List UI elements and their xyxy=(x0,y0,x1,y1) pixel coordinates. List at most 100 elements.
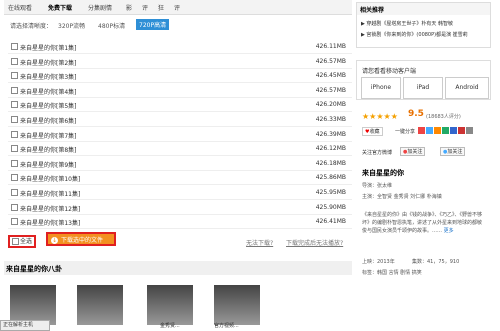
iphone-label: iPhone xyxy=(370,84,392,91)
checkbox[interactable] xyxy=(11,57,18,65)
thumbnail-caption-3[interactable]: 金秀贤... xyxy=(160,322,180,329)
related-item-1[interactable]: ▶ 穿越剧《屋塔房王世子》朴有天 韩智敏 xyxy=(361,20,453,27)
android-button[interactable]: Android xyxy=(445,77,489,99)
episode-size: 425.90MB xyxy=(315,203,346,211)
thumbnail-caption-4[interactable]: 官方视频... xyxy=(214,322,239,329)
gossip-title: 来自星星的你八卦 xyxy=(6,265,62,273)
follow-qq-button[interactable]: ●加关注 xyxy=(440,147,466,156)
episode-size: 426.57MB xyxy=(315,57,346,65)
resolution-480p[interactable]: 480P标清 xyxy=(98,21,125,30)
share-label: 一键分享 xyxy=(395,129,416,135)
checkbox[interactable] xyxy=(11,218,18,226)
episode-name: 来自星星的你[第9集] xyxy=(20,161,77,169)
checkbox[interactable] xyxy=(11,101,18,109)
episode-name: 来自星星的你[第12集] xyxy=(20,205,81,213)
checkbox[interactable] xyxy=(11,130,18,138)
list-item[interactable]: 来自星星的你[第11集] 425.95MB xyxy=(8,186,352,200)
drama-description: 《来自星星的你》由《钱的战争》、《巧乙》、《野兽不够坏》的编剧朴智恩执笔，讲述了… xyxy=(362,211,486,235)
episode-name: 来自星星的你[第2集] xyxy=(20,59,77,67)
list-item[interactable]: 来自星星的你[第2集] 426.57MB xyxy=(8,55,352,69)
thumbnail-3[interactable] xyxy=(147,285,193,325)
episode-name: 来自星星的你[第11集] xyxy=(20,191,81,198)
tab-6[interactable]: 狂 xyxy=(158,3,164,12)
renren-icon[interactable] xyxy=(442,127,449,134)
select-all-button[interactable]: 全选 xyxy=(8,235,37,248)
client-box: 请您看看移动客户端 iPhone iPad Android xyxy=(356,60,491,100)
thumbnail-1[interactable] xyxy=(10,285,56,325)
checkbox[interactable] xyxy=(11,159,18,167)
episode-size: 426.20MB xyxy=(315,101,346,109)
official-label: 关注官方微博 xyxy=(362,150,393,156)
checkbox[interactable] xyxy=(11,86,18,94)
tab-5[interactable]: 评 xyxy=(142,3,148,12)
douban-icon[interactable] xyxy=(458,127,465,134)
tab-free-download[interactable]: 免费下载 xyxy=(48,3,72,12)
list-item[interactable]: 来自星星的你[第8集] 426.12MB xyxy=(8,142,352,157)
list-item[interactable]: 来自星星的你[第9集] 426.18MB xyxy=(8,157,352,171)
thumbnail-4[interactable] xyxy=(214,285,260,325)
list-item[interactable]: 来自星星的你[第12集] 425.90MB xyxy=(8,201,352,215)
download-bar: 全选 ↓ 下载选中的文件 无法下载? 下载完成后无法播放? xyxy=(8,232,352,248)
drama-tags: 标签：韩国 言情 剧情 搞笑 xyxy=(362,270,422,276)
drama-cast: 主演：全智贤 金秀贤 刘仁娜 朴海镇 xyxy=(362,194,442,200)
resolution-320p[interactable]: 320P流畅 xyxy=(58,21,85,30)
tab-episode-plot[interactable]: 分集剧情 xyxy=(88,3,112,12)
more-share-icon[interactable] xyxy=(466,127,473,134)
select-all-label: 全选 xyxy=(20,238,33,245)
checkbox[interactable] xyxy=(11,72,18,80)
ipad-button[interactable]: iPad xyxy=(403,77,443,99)
client-title: 请您看看移动客户端 xyxy=(362,68,417,75)
qzone-icon[interactable] xyxy=(434,127,441,134)
checkbox[interactable] xyxy=(11,203,18,211)
weibo-icon[interactable] xyxy=(418,127,425,134)
status-bar: 正在解析主机 xyxy=(0,320,50,331)
checkbox[interactable] xyxy=(11,116,18,123)
list-item[interactable]: 来自星星的你[第6集] 426.33MB xyxy=(8,113,352,127)
list-item[interactable]: 来自星星的你[第3集] 426.45MB xyxy=(8,69,352,84)
related-title: 相关推荐 xyxy=(357,3,490,15)
related-item-2[interactable]: ▶ 宫锁剧《你来到的你》(0080P)都是演 崔雪莉 xyxy=(361,31,468,38)
list-item[interactable]: 来自星星的你[第10集] 425.86MB xyxy=(8,171,352,186)
kaixin-icon[interactable] xyxy=(450,127,457,134)
checkbox[interactable] xyxy=(11,43,18,50)
download-selected-button[interactable]: ↓ 下载选中的文件 xyxy=(46,232,116,246)
episode-name: 来自星星的你[第10集] xyxy=(20,176,81,184)
episode-size: 426.45MB xyxy=(315,72,346,80)
episode-size: 425.95MB xyxy=(315,189,346,196)
drama-title: 来自星星的你 xyxy=(362,169,404,177)
thumbnail-2[interactable] xyxy=(77,285,123,325)
list-item[interactable]: 来自星星的你[第5集] 426.20MB xyxy=(8,98,352,113)
resolution-720p[interactable]: 720P高清 xyxy=(136,19,170,30)
episode-name: 来自星星的你[第6集] xyxy=(20,118,77,125)
episode-size: 425.86MB xyxy=(315,174,346,182)
rating-stars[interactable]: ★★★★★ xyxy=(362,112,398,121)
tab-7[interactable]: 评 xyxy=(174,3,180,12)
list-item[interactable]: 来自星星的你[第1集] 426.11MB xyxy=(8,40,352,54)
select-all-checkbox[interactable] xyxy=(12,238,19,245)
more-link[interactable]: 更多 xyxy=(444,228,454,234)
episode-size: 426.57MB xyxy=(315,86,346,94)
iphone-button[interactable]: iPhone xyxy=(361,77,401,99)
no-play-link[interactable]: 下载完成后无法播放? xyxy=(286,238,343,247)
checkbox[interactable] xyxy=(11,174,18,182)
share-icons xyxy=(418,127,488,135)
list-item[interactable]: 来自星星的你[第13集] 426.41MB xyxy=(8,215,352,230)
episode-name: 来自星星的你[第7集] xyxy=(20,132,77,140)
episode-name: 来自星星的你[第13集] xyxy=(20,220,81,228)
episode-size: 426.41MB xyxy=(315,218,346,226)
tab-online[interactable]: 在线观看 xyxy=(8,3,32,12)
tab-4[interactable]: 影 xyxy=(126,3,132,12)
favorite-button[interactable]: ♥收藏 xyxy=(362,127,383,136)
list-item[interactable]: 来自星星的你[第4集] 426.57MB xyxy=(8,84,352,98)
related-box: 相关推荐 ▶ 穿越剧《屋塔房王世子》朴有天 韩智敏 ▶ 宫锁剧《你来到的你》(0… xyxy=(356,2,491,48)
cant-download-link[interactable]: 无法下载? xyxy=(246,238,273,247)
episode-size: 426.11MB xyxy=(315,43,346,50)
episode-name: 来自星星的你[第4集] xyxy=(20,88,77,96)
episode-name: 来自星星的你[第3集] xyxy=(20,74,77,82)
qq-icon[interactable] xyxy=(426,127,433,134)
right-panel: 相关推荐 ▶ 穿越剧《屋塔房王世子》朴有天 韩智敏 ▶ 宫锁剧《你来到的你》(0… xyxy=(356,0,500,329)
checkbox[interactable] xyxy=(11,189,18,196)
list-item[interactable]: 来自星星的你[第7集] 426.39MB xyxy=(8,128,352,142)
follow-weibo-button[interactable]: ●加关注 xyxy=(400,147,426,156)
checkbox[interactable] xyxy=(11,145,18,153)
